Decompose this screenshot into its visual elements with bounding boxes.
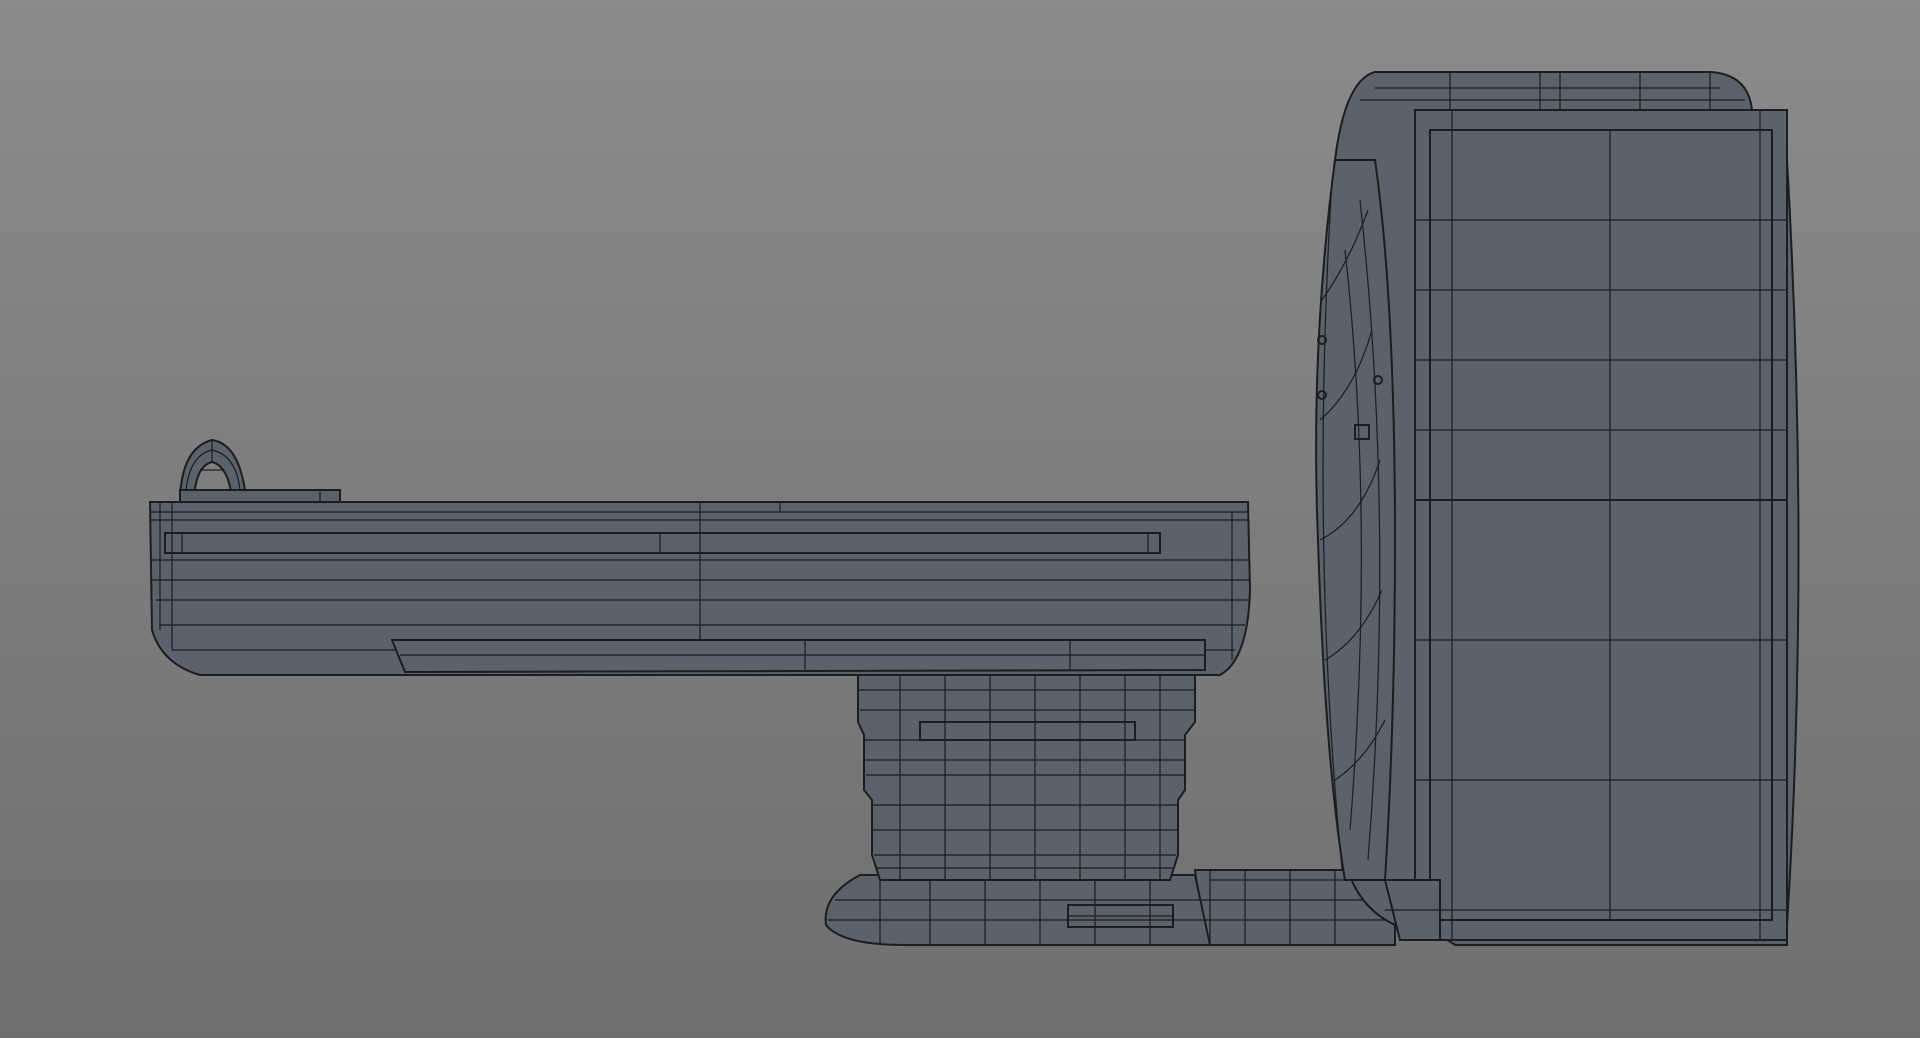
table-pedestal [857, 667, 1196, 881]
patient-table [148, 492, 1252, 676]
gantry [1315, 71, 1800, 946]
3d-viewport[interactable] [0, 0, 1920, 1038]
wireframe-scene [0, 0, 1920, 1038]
floor-base [824, 874, 1212, 946]
